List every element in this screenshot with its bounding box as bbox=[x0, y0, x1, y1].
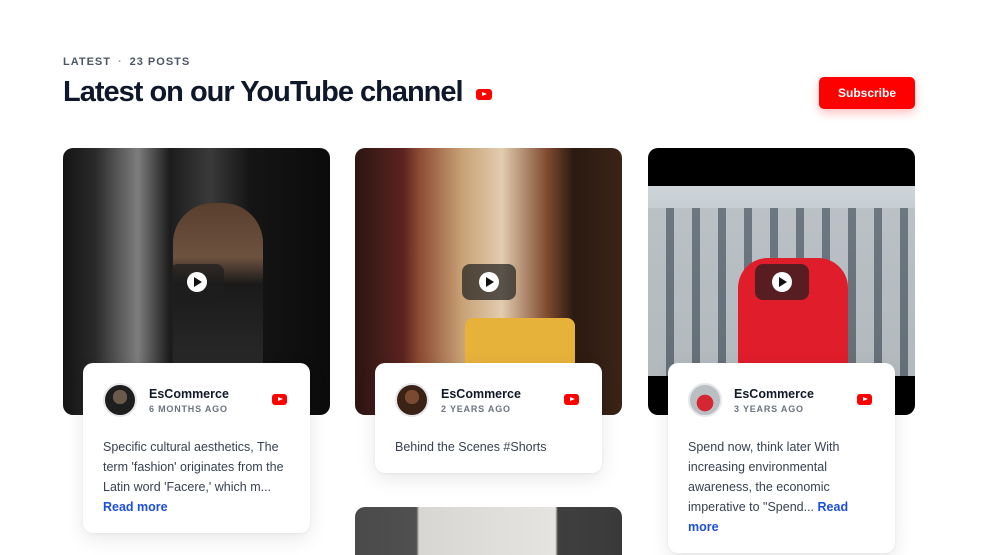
youtube-icon[interactable] bbox=[564, 394, 579, 405]
avatar bbox=[103, 383, 137, 417]
post-excerpt: Spend now, think later With increasing e… bbox=[688, 437, 875, 537]
read-more-link[interactable]: Read more bbox=[103, 500, 168, 514]
post-time: 3 YEARS AGO bbox=[734, 403, 804, 414]
author-name: EsCommerce bbox=[441, 386, 521, 401]
author-name: EsCommerce bbox=[149, 386, 229, 401]
excerpt-text: Specific cultural aesthetics, The term '… bbox=[103, 440, 284, 494]
post-card: EsCommerce 6 MONTHS AGO Specific cultura… bbox=[83, 363, 310, 533]
page-title: Latest on our YouTube channel bbox=[63, 76, 464, 108]
post-count: 23 POSTS bbox=[129, 56, 191, 68]
post-card: EsCommerce 2 YEARS AGO Behind the Scenes… bbox=[375, 363, 602, 473]
section-header: Latest on our YouTube channel bbox=[63, 76, 492, 109]
video-thumbnail[interactable] bbox=[355, 507, 622, 555]
post-time: 2 YEARS AGO bbox=[441, 403, 511, 414]
post-author: EsCommerce 6 MONTHS AGO bbox=[103, 383, 290, 417]
excerpt-text: Behind the Scenes #Shorts bbox=[395, 440, 547, 454]
eyebrow-label: LATEST bbox=[63, 56, 111, 68]
play-icon[interactable] bbox=[754, 263, 809, 300]
section-eyebrow: LATEST · 23 POSTS bbox=[63, 56, 190, 68]
play-icon[interactable] bbox=[461, 263, 516, 300]
post-time: 6 MONTHS AGO bbox=[149, 403, 228, 414]
avatar bbox=[395, 383, 429, 417]
play-icon[interactable] bbox=[169, 263, 224, 300]
post-author: EsCommerce 3 YEARS AGO bbox=[688, 383, 875, 417]
post-excerpt: Behind the Scenes #Shorts bbox=[395, 437, 582, 457]
subscribe-button[interactable]: Subscribe bbox=[819, 77, 915, 109]
eyebrow-separator: · bbox=[117, 56, 123, 68]
post-card: EsCommerce 3 YEARS AGO Spend now, think … bbox=[668, 363, 895, 553]
youtube-icon bbox=[475, 89, 492, 100]
youtube-icon[interactable] bbox=[857, 394, 872, 405]
youtube-icon[interactable] bbox=[272, 394, 287, 405]
post-excerpt: Specific cultural aesthetics, The term '… bbox=[103, 437, 290, 517]
post-author: EsCommerce 2 YEARS AGO bbox=[395, 383, 582, 417]
author-name: EsCommerce bbox=[734, 386, 814, 401]
avatar bbox=[688, 383, 722, 417]
